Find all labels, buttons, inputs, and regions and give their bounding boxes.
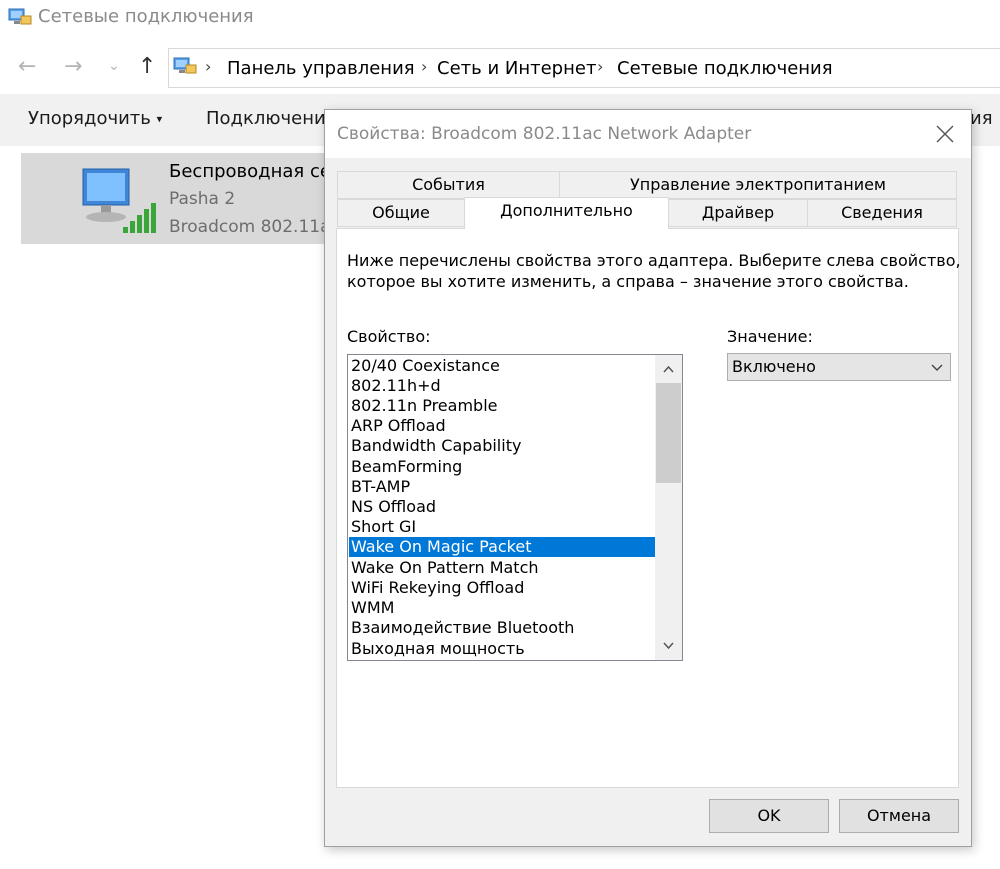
scroll-up-icon[interactable]	[655, 357, 682, 381]
list-item[interactable]: Выходная мощность	[349, 639, 655, 659]
property-label: Свойство:	[347, 327, 431, 346]
command-fragment[interactable]: ия	[970, 108, 993, 129]
list-item[interactable]: 802.11n Preamble	[349, 396, 655, 416]
list-item[interactable]: Bandwidth Capability	[349, 436, 655, 456]
value-label: Значение:	[727, 327, 813, 346]
connection-name: Беспроводная сет	[169, 161, 342, 182]
close-icon	[936, 125, 954, 143]
list-item[interactable]: BT-AMP	[349, 477, 655, 497]
ok-button[interactable]: OK	[709, 799, 829, 833]
network-connections-icon	[173, 55, 197, 83]
tab-events[interactable]: События	[337, 171, 560, 199]
chevron-right-icon: ›	[597, 57, 604, 76]
address-box[interactable]: › Панель управления › Сеть и Интернет › …	[168, 48, 1000, 88]
up-arrow-icon[interactable]: ↑	[138, 54, 156, 79]
value-dropdown-current: Включено	[732, 357, 816, 376]
close-button[interactable]	[915, 110, 971, 158]
forward-arrow-icon[interactable]: →	[64, 54, 82, 79]
tab-advanced[interactable]: Дополнительно	[464, 197, 669, 229]
list-item[interactable]: 20/40 Coexistance	[349, 356, 655, 376]
wireless-adapter-icon	[79, 161, 163, 243]
chevron-right-icon: ›	[421, 57, 428, 76]
dropdown-caret-icon: ▾	[156, 112, 163, 126]
list-item[interactable]: Wake On Pattern Match	[349, 558, 655, 578]
advanced-tab-panel: Ниже перечислены свойства этого адаптера…	[336, 228, 961, 788]
chevron-right-icon: ›	[205, 57, 212, 76]
window-title: Сетевые подключения	[38, 6, 254, 27]
connection-button[interactable]: Подключение	[206, 108, 337, 129]
list-item[interactable]: Short GI	[349, 517, 655, 537]
window-title-bar: Сетевые подключения	[0, 0, 1000, 40]
breadcrumb-network-connections[interactable]: Сетевые подключения	[617, 58, 833, 79]
description-line-2: которое вы хотите изменить, а справа – з…	[347, 272, 909, 291]
wireless-connection-item[interactable]: Беспроводная сет Pasha 2 Broadcom 802.11…	[21, 153, 341, 244]
breadcrumb-network-internet[interactable]: Сеть и Интернет	[437, 58, 596, 79]
list-item[interactable]: ARP Offload	[349, 416, 655, 436]
tab-details[interactable]: Сведения	[807, 199, 957, 227]
network-connections-icon	[8, 6, 32, 34]
value-dropdown[interactable]: Включено	[727, 353, 951, 381]
description-line-1: Ниже перечислены свойства этого адаптера…	[347, 251, 961, 270]
property-list-scrollbar[interactable]	[655, 355, 682, 660]
list-item[interactable]: WiFi Rekeying Offload	[349, 578, 655, 598]
tab-general[interactable]: Общие	[337, 199, 465, 227]
list-item[interactable]: WMM	[349, 598, 655, 618]
list-item[interactable]: NS Offload	[349, 497, 655, 517]
signal-bars-icon	[123, 203, 156, 233]
tab-driver[interactable]: Драйвер	[668, 199, 808, 227]
address-bar-row: ← → ⌄ ↑ › Панель управления › Сеть и Инт…	[0, 44, 1000, 90]
organize-label: Упорядочить	[28, 108, 151, 129]
list-item[interactable]: BeamForming	[349, 457, 655, 477]
dialog-title: Свойства: Broadcom 802.11ac Network Adap…	[337, 124, 752, 144]
cancel-button[interactable]: Отмена	[839, 799, 959, 833]
list-item[interactable]: 802.11h+d	[349, 376, 655, 396]
chevron-down-icon	[930, 358, 944, 380]
property-list[interactable]: 20/40 Coexistance 802.11h+d 802.11n Prea…	[347, 354, 683, 661]
scroll-thumb[interactable]	[656, 383, 681, 483]
breadcrumb-control-panel[interactable]: Панель управления	[227, 58, 415, 79]
dialog-title-bar: Свойства: Broadcom 802.11ac Network Adap…	[325, 110, 971, 158]
back-arrow-icon[interactable]: ←	[18, 54, 36, 79]
properties-dialog: Свойства: Broadcom 802.11ac Network Adap…	[324, 109, 972, 847]
list-item[interactable]: Взаимодействие Bluetooth	[349, 618, 655, 638]
connection-adapter: Broadcom 802.11a	[169, 217, 331, 237]
scroll-down-icon[interactable]	[655, 634, 682, 658]
connection-network: Pasha 2	[169, 189, 236, 209]
recent-chevron-icon[interactable]: ⌄	[108, 58, 120, 74]
organize-button[interactable]: Упорядочить ▾	[28, 108, 162, 129]
tab-power-management[interactable]: Управление электропитанием	[559, 171, 957, 199]
list-item-selected[interactable]: Wake On Magic Packet	[349, 537, 655, 557]
